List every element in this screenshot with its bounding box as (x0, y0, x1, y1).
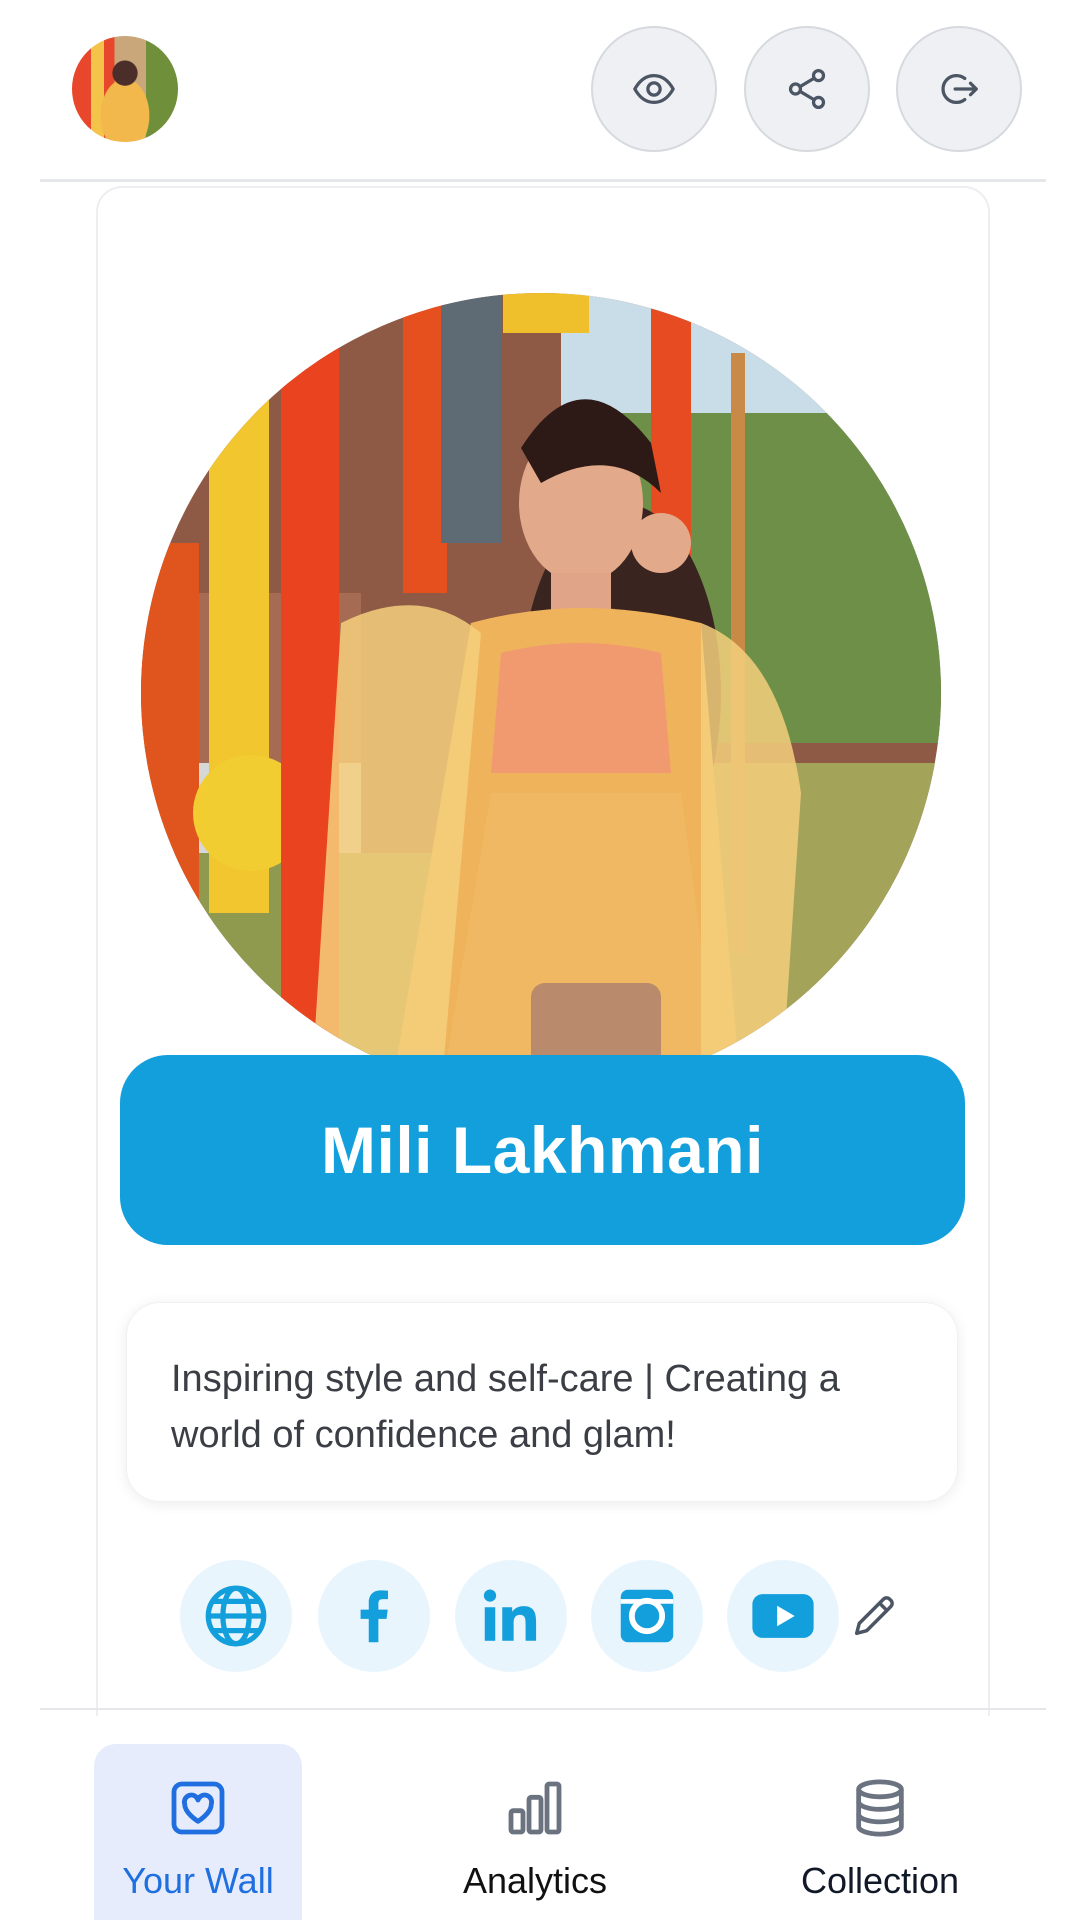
profile-bio: Inspiring style and self-care | Creating… (171, 1358, 840, 1456)
facebook-link[interactable] (318, 1560, 430, 1672)
profile-photo (141, 293, 941, 1093)
share-button[interactable] (744, 26, 870, 152)
tab-label: Your Wall (122, 1860, 274, 1901)
avatar[interactable] (72, 36, 178, 142)
preview-button[interactable] (591, 26, 717, 152)
bottom-nav: Your Wall Analytics Collection (0, 1710, 1080, 1920)
tab-your-wall[interactable]: Your Wall (94, 1744, 302, 1920)
bio-box: Inspiring style and self-care | Creating… (126, 1302, 958, 1502)
logout-icon (941, 73, 978, 105)
tab-analytics[interactable]: Analytics (440, 1744, 630, 1920)
globe-icon (205, 1585, 267, 1647)
top-header (0, 0, 1080, 182)
name-banner: Mili Lakhmani (120, 1055, 965, 1245)
youtube-link[interactable] (727, 1560, 839, 1672)
pencil-icon[interactable] (848, 1590, 900, 1642)
facebook-icon (360, 1590, 388, 1643)
linkedin-link[interactable] (455, 1560, 567, 1672)
share-icon (788, 68, 826, 110)
logout-button[interactable] (896, 26, 1022, 152)
bar-chart-icon (508, 1781, 562, 1835)
social-links (180, 1560, 960, 1672)
database-icon (856, 1779, 904, 1837)
tab-collection[interactable]: Collection (780, 1744, 980, 1920)
instagram-link[interactable] (591, 1560, 703, 1672)
profile-name: Mili Lakhmani (321, 1113, 764, 1187)
website-link[interactable] (180, 1560, 292, 1672)
youtube-icon (752, 1594, 814, 1638)
heart-square-icon (171, 1781, 225, 1835)
linkedin-icon (483, 1589, 537, 1641)
tab-label: Analytics (462, 1860, 608, 1901)
tab-label: Collection (800, 1860, 960, 1901)
eye-icon (633, 73, 675, 105)
instagram-icon (620, 1589, 674, 1643)
header-divider (40, 179, 1046, 182)
